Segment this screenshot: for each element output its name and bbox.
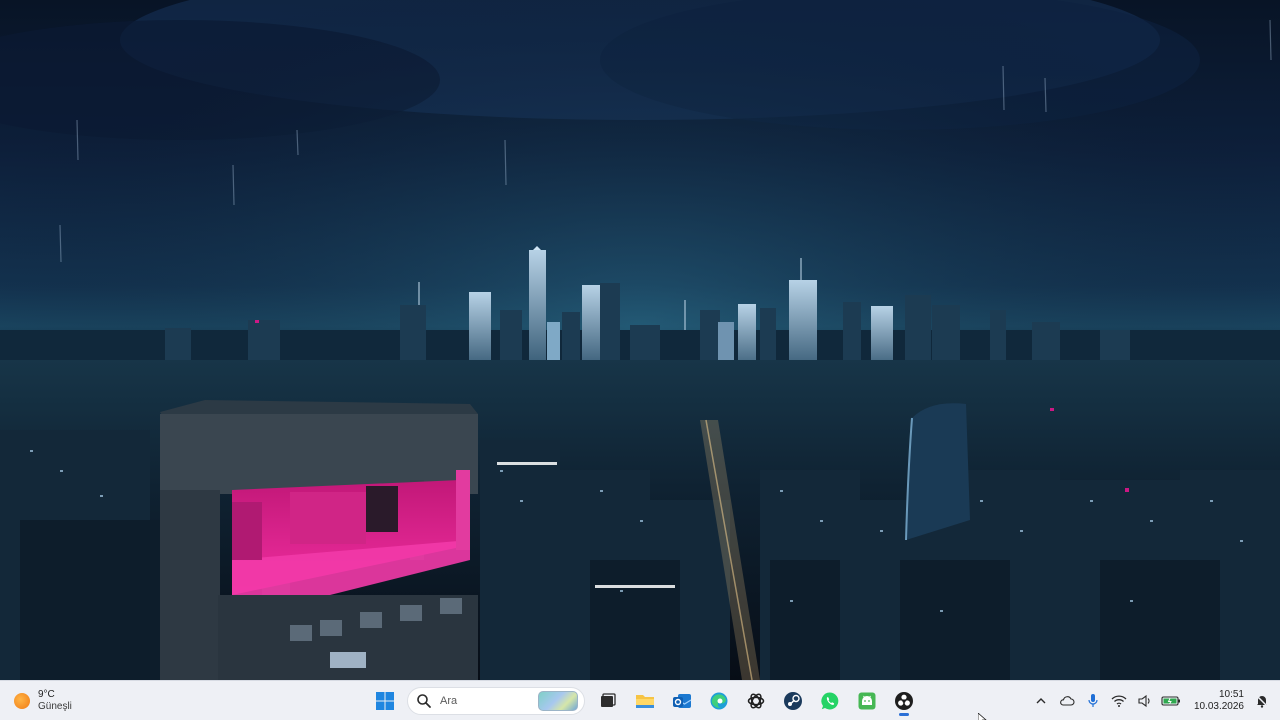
edge-icon	[710, 692, 727, 710]
taskbar-center: Ara	[366, 685, 922, 717]
edge-button[interactable]	[702, 685, 736, 717]
desktop-wallpaper	[0, 0, 1280, 680]
microphone-icon	[1088, 694, 1098, 707]
cloud-icon	[1060, 696, 1075, 706]
task-view-button[interactable]	[591, 685, 625, 717]
speaker-icon	[1138, 694, 1150, 708]
clock-date: 10.03.2026	[1193, 701, 1244, 712]
sun-icon	[14, 693, 30, 709]
obs-button[interactable]	[887, 685, 921, 717]
bell-icon	[1256, 695, 1268, 708]
file-explorer-button[interactable]	[628, 685, 662, 717]
whatsapp-icon	[820, 692, 838, 710]
start-button[interactable]	[368, 685, 402, 717]
clock-time: 10:51	[1218, 689, 1244, 700]
search-box[interactable]: Ara	[407, 687, 585, 715]
chatgpt-button[interactable]	[739, 685, 773, 717]
system-tray: 10:51 10.03.2026	[1028, 681, 1280, 720]
chevron-up-icon	[1036, 698, 1046, 704]
steam-button[interactable]	[776, 685, 810, 717]
steam-icon	[783, 692, 802, 710]
search-icon	[417, 694, 431, 708]
battery-button[interactable]	[1158, 687, 1184, 715]
windows-logo-icon	[375, 692, 394, 710]
task-view-icon	[600, 693, 616, 707]
search-placeholder: Ara	[440, 695, 458, 707]
outlook-icon	[672, 694, 691, 708]
cursor-arrow-icon	[977, 712, 987, 720]
whatsapp-button[interactable]	[813, 685, 847, 717]
taskbar: 9°C Güneşli Ara 10:51 10.03.2026	[0, 680, 1280, 720]
battery-icon	[1161, 696, 1180, 706]
weather-widget[interactable]: 9°C Güneşli	[14, 687, 72, 715]
rooftop-building	[160, 400, 478, 680]
microphone-tray-button[interactable]	[1080, 687, 1106, 715]
android-studio-button[interactable]	[850, 685, 884, 717]
chatgpt-icon	[747, 693, 764, 709]
network-button[interactable]	[1106, 687, 1132, 715]
weather-temperature: 9°C	[38, 689, 55, 700]
notifications-button[interactable]	[1250, 687, 1274, 715]
show-hidden-icons-button[interactable]	[1028, 687, 1054, 715]
weather-condition: Güneşli	[38, 701, 72, 712]
outlook-button[interactable]	[665, 685, 699, 717]
onedrive-tray-button[interactable]	[1054, 687, 1080, 715]
night-city-wallpaper	[0, 0, 1280, 680]
search-highlight-image[interactable]	[538, 691, 578, 711]
android-icon	[858, 692, 875, 710]
obs-icon	[894, 692, 913, 710]
folder-icon	[635, 695, 654, 708]
clock[interactable]: 10:51 10.03.2026	[1184, 689, 1250, 713]
wifi-icon	[1111, 695, 1127, 707]
volume-button[interactable]	[1132, 687, 1158, 715]
